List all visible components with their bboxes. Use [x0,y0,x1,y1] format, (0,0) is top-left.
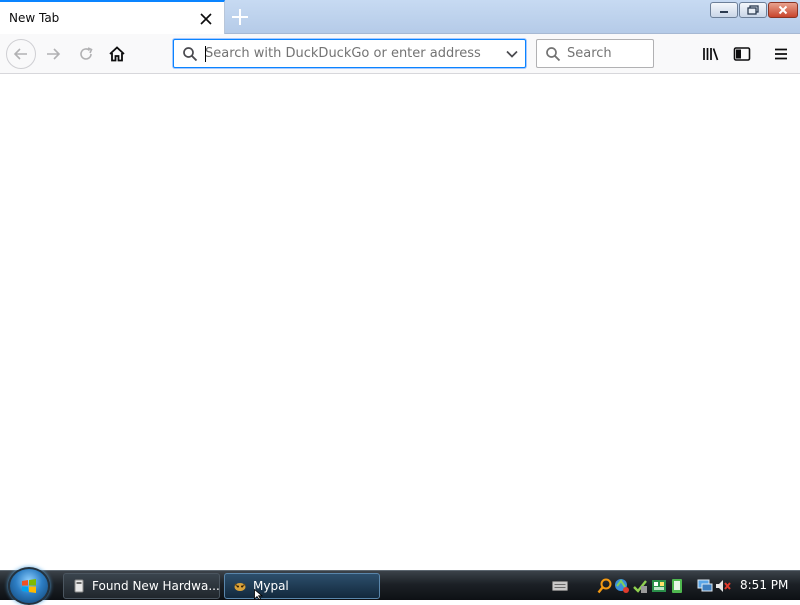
url-bar[interactable] [173,39,526,68]
mouse-pointer-icon [254,589,264,600]
home-button[interactable] [105,42,129,66]
taskbar: Found New Hardwa... Mypal 8:51 PM [0,567,800,605]
window-controls [710,2,798,18]
new-tab-plus-icon[interactable] [230,7,250,27]
close-tab-icon[interactable] [199,12,213,26]
arrow-left-icon [13,48,27,60]
volume-muted-icon[interactable] [715,578,731,594]
forward-button[interactable] [41,42,65,66]
search-input[interactable] [567,40,651,67]
keyboard-icon[interactable] [552,580,568,592]
home-icon [109,46,125,62]
search-bar[interactable] [536,39,654,68]
tab-strip: New Tab [0,0,800,34]
close-window-button[interactable] [768,2,798,18]
sidebar-button[interactable] [730,42,754,66]
hardware-wizard-icon [74,579,84,593]
security-icon[interactable] [632,578,648,594]
address-input[interactable] [205,40,495,67]
app-icon[interactable] [669,578,685,594]
library-icon [703,48,719,61]
text-caret [205,46,206,62]
close-icon [778,5,788,15]
page-content[interactable] [0,74,800,570]
minimize-icon [720,11,728,13]
arrow-right-icon [47,48,61,60]
monitor-icon[interactable] [697,578,713,594]
nav-toolbar [0,34,800,74]
task-label: Found New Hardwa... [92,579,219,593]
taskbar-item-mypal[interactable]: Mypal [224,573,380,599]
clock[interactable]: 8:51 PM [740,578,788,592]
network-icon[interactable] [614,578,630,594]
sidebar-icon [733,47,751,61]
tab-title: New Tab [9,11,60,25]
library-button[interactable] [699,42,723,66]
minimize-button[interactable] [710,2,738,18]
app-icon[interactable] [651,578,667,594]
reload-button[interactable] [74,42,98,66]
chevron-down-icon[interactable] [505,47,519,61]
hamburger-menu-icon [775,48,787,60]
search-icon [546,47,561,62]
start-button[interactable] [8,567,50,605]
search-icon [183,47,198,62]
tab-new-tab[interactable]: New Tab [0,0,225,34]
back-button[interactable] [6,39,36,69]
mypal-app-icon [234,583,246,591]
search-icon[interactable] [597,578,613,594]
windows-logo-icon [22,579,36,593]
restore-icon [747,5,759,15]
taskbar-item-found-new-hardware[interactable]: Found New Hardwa... [63,573,220,599]
maximize-button[interactable] [739,2,767,18]
menu-button[interactable] [769,42,793,66]
reload-icon [80,47,93,60]
